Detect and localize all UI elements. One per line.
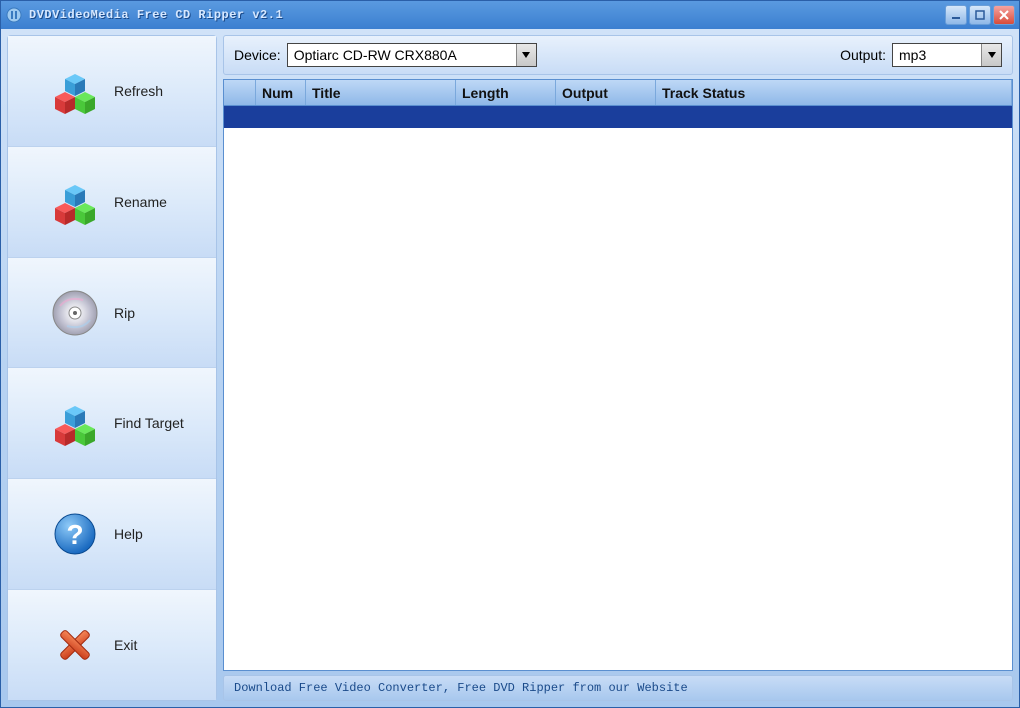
sidebar-item-label: Rename (114, 194, 167, 210)
content-area: Refresh (1, 29, 1019, 707)
sidebar-item-label: Refresh (114, 83, 163, 99)
disc-icon (48, 286, 102, 340)
minimize-button[interactable] (945, 5, 967, 25)
cubes-icon (48, 396, 102, 450)
app-window: DVDVideoMedia Free CD Ripper v2.1 (0, 0, 1020, 708)
help-button[interactable]: ? Help (8, 479, 216, 590)
grid-header: Num Title Length Output Track Status (224, 80, 1012, 106)
cross-icon (48, 618, 102, 672)
device-value: Optiarc CD-RW CRX880A (288, 47, 516, 63)
sidebar: Refresh (7, 35, 217, 701)
exit-button[interactable]: Exit (8, 590, 216, 700)
footer-text: Download Free Video Converter, Free DVD … (234, 681, 688, 695)
chevron-down-icon (516, 44, 536, 66)
chevron-down-icon (981, 44, 1001, 66)
column-title[interactable]: Title (306, 80, 456, 105)
refresh-button[interactable]: Refresh (8, 36, 216, 147)
close-button[interactable] (993, 5, 1015, 25)
svg-text:?: ? (66, 519, 83, 550)
cubes-icon (48, 175, 102, 229)
output-label: Output: (840, 47, 886, 63)
track-grid[interactable]: Num Title Length Output Track Status (223, 79, 1013, 671)
toolbar: Device: Optiarc CD-RW CRX880A Output: mp… (223, 35, 1013, 75)
sidebar-item-label: Rip (114, 305, 135, 321)
grid-body[interactable] (224, 106, 1012, 670)
footer-link[interactable]: Download Free Video Converter, Free DVD … (223, 675, 1013, 701)
output-value: mp3 (893, 47, 981, 63)
cubes-icon (48, 64, 102, 118)
selected-row[interactable] (224, 106, 1012, 128)
sidebar-item-label: Exit (114, 637, 137, 653)
find-target-button[interactable]: Find Target (8, 368, 216, 479)
help-icon: ? (48, 507, 102, 561)
column-length[interactable]: Length (456, 80, 556, 105)
window-title: DVDVideoMedia Free CD Ripper v2.1 (29, 8, 945, 22)
main-panel: Device: Optiarc CD-RW CRX880A Output: mp… (223, 35, 1013, 701)
sidebar-item-label: Find Target (114, 415, 184, 431)
rip-button[interactable]: Rip (8, 258, 216, 369)
window-buttons (945, 5, 1015, 25)
device-label: Device: (234, 47, 281, 63)
titlebar[interactable]: DVDVideoMedia Free CD Ripper v2.1 (1, 1, 1019, 29)
column-output[interactable]: Output (556, 80, 656, 105)
output-select[interactable]: mp3 (892, 43, 1002, 67)
device-select[interactable]: Optiarc CD-RW CRX880A (287, 43, 537, 67)
column-checkbox[interactable] (224, 80, 256, 105)
column-num[interactable]: Num (256, 80, 306, 105)
sidebar-item-label: Help (114, 526, 143, 542)
rename-button[interactable]: Rename (8, 147, 216, 258)
column-status[interactable]: Track Status (656, 80, 1012, 105)
app-icon (5, 6, 23, 24)
maximize-button[interactable] (969, 5, 991, 25)
